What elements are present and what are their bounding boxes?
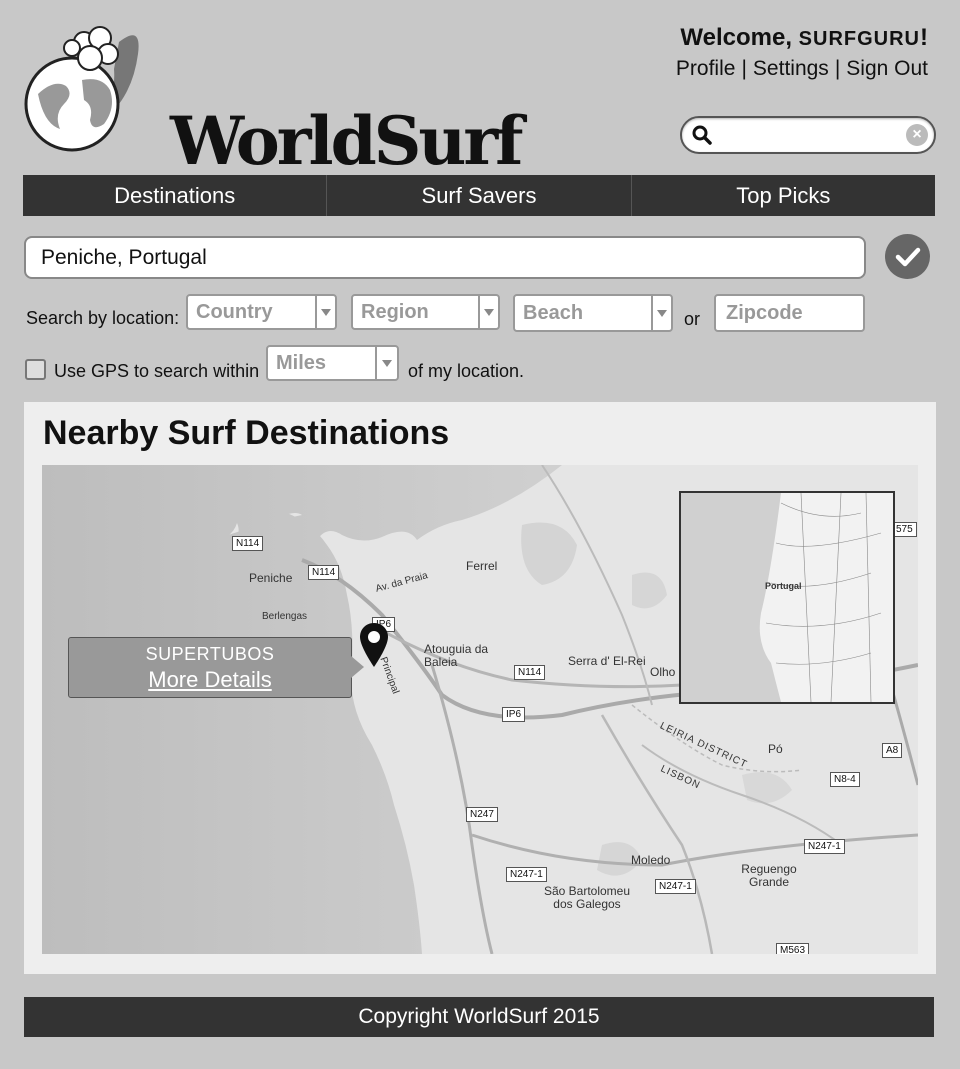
search-icon[interactable] — [692, 125, 712, 145]
place-label: Olho — [650, 665, 676, 679]
region-select[interactable]: Region — [351, 294, 500, 330]
chevron-down-icon — [375, 347, 397, 379]
link-separator: | — [741, 57, 747, 80]
place-label: Moledo — [631, 853, 671, 867]
or-label: or — [684, 309, 701, 329]
road-label: A8 — [882, 743, 903, 758]
place-label: Serra d' El-Rei — [568, 654, 646, 668]
inset-overview-map[interactable]: Portugal — [679, 491, 895, 704]
chevron-down-icon — [315, 296, 335, 328]
map-pin-icon[interactable] — [360, 623, 388, 667]
nav-destinations[interactable]: Destinations — [23, 175, 328, 216]
footer: Copyright WorldSurf 2015 — [24, 997, 934, 1037]
road-label: N114 — [308, 565, 340, 580]
beach-select-value: Beach — [523, 301, 584, 324]
profile-link[interactable]: Profile — [676, 57, 736, 81]
road-label: N247 — [466, 807, 498, 822]
road-label: N114 — [232, 536, 264, 551]
username: SURFGURU — [798, 28, 920, 50]
confirm-location-button[interactable] — [885, 234, 930, 279]
account-links: Profile | Settings | Sign Out — [676, 57, 928, 81]
location-field-wrapper — [24, 236, 866, 279]
more-details-link[interactable]: More Details — [148, 667, 271, 693]
zipcode-input[interactable] — [716, 296, 863, 330]
chevron-down-icon — [478, 296, 498, 328]
panel-title: Nearby Surf Destinations — [43, 414, 450, 452]
distance-unit-select[interactable]: Miles — [266, 345, 399, 381]
popup-title: SUPERTUBOS — [145, 644, 275, 664]
place-label: São Bartolomeu dos Galegos — [543, 884, 631, 911]
place-label: Reguengo Grande — [741, 862, 797, 889]
welcome-prefix: Welcome, — [680, 24, 799, 51]
road-label: N8-4 — [830, 772, 860, 787]
region-select-value: Region — [361, 300, 429, 323]
map-view[interactable]: N114 N114 IP6 N114 IP6 N247 N247-1 N247-… — [42, 465, 918, 954]
road-label: N247-1 — [506, 867, 547, 882]
welcome-message: Welcome, SURFGURU! — [680, 24, 928, 52]
inset-place-label: Portugal — [765, 581, 802, 591]
country-select-value: Country — [196, 300, 273, 323]
road-label: N247-1 — [655, 879, 696, 894]
logo-wordmark: WorldSurf — [170, 102, 524, 180]
link-separator: | — [834, 57, 841, 80]
main-nav: Destinations Surf Savers Top Picks — [23, 175, 935, 216]
zipcode-field — [714, 294, 865, 332]
settings-link[interactable]: Settings — [753, 57, 829, 81]
road-label: IP6 — [502, 707, 526, 722]
distance-unit-value: Miles — [276, 351, 327, 374]
copyright-text: Copyright WorldSurf 2015 — [358, 1005, 600, 1028]
location-input[interactable] — [26, 238, 864, 277]
beach-select[interactable]: Beach — [513, 294, 673, 332]
place-label: Ferrel — [466, 559, 498, 573]
welcome-suffix: ! — [920, 24, 928, 51]
place-label: Peniche — [249, 571, 293, 585]
road-label: N247-1 — [804, 839, 845, 854]
nearby-destinations-panel: Nearby Surf Destinations N114 N114 IP6 N… — [24, 402, 936, 974]
gps-checkbox[interactable] — [25, 359, 46, 380]
inset-map-background — [681, 493, 893, 702]
place-label: Berlengas — [262, 611, 308, 622]
road-label: 575 — [892, 522, 917, 537]
sign-out-link[interactable]: Sign Out — [846, 57, 928, 81]
clear-search-icon[interactable]: × — [906, 124, 928, 146]
chevron-down-icon — [651, 296, 671, 330]
search-box: × — [680, 116, 936, 154]
checkmark-icon — [895, 247, 920, 266]
nav-top-picks[interactable]: Top Picks — [632, 175, 935, 216]
place-label: Pó — [768, 742, 783, 756]
place-label: Atouguia da Baleia — [424, 642, 489, 669]
road-label: N114 — [514, 665, 546, 680]
road-label: M563 — [776, 943, 810, 954]
gps-label: Use GPS to search within — [54, 361, 260, 381]
search-input[interactable] — [718, 122, 898, 148]
globe-surfer-icon — [24, 26, 139, 152]
destination-popup: SUPERTUBOS More Details — [68, 637, 364, 698]
worldsurf-logo[interactable]: WorldSurf — [24, 24, 524, 174]
search-by-location-label: Search by location: — [26, 308, 180, 328]
country-select[interactable]: Country — [186, 294, 337, 330]
nav-surf-savers[interactable]: Surf Savers — [327, 175, 632, 216]
gps-suffix-label: of my location. — [408, 361, 525, 381]
